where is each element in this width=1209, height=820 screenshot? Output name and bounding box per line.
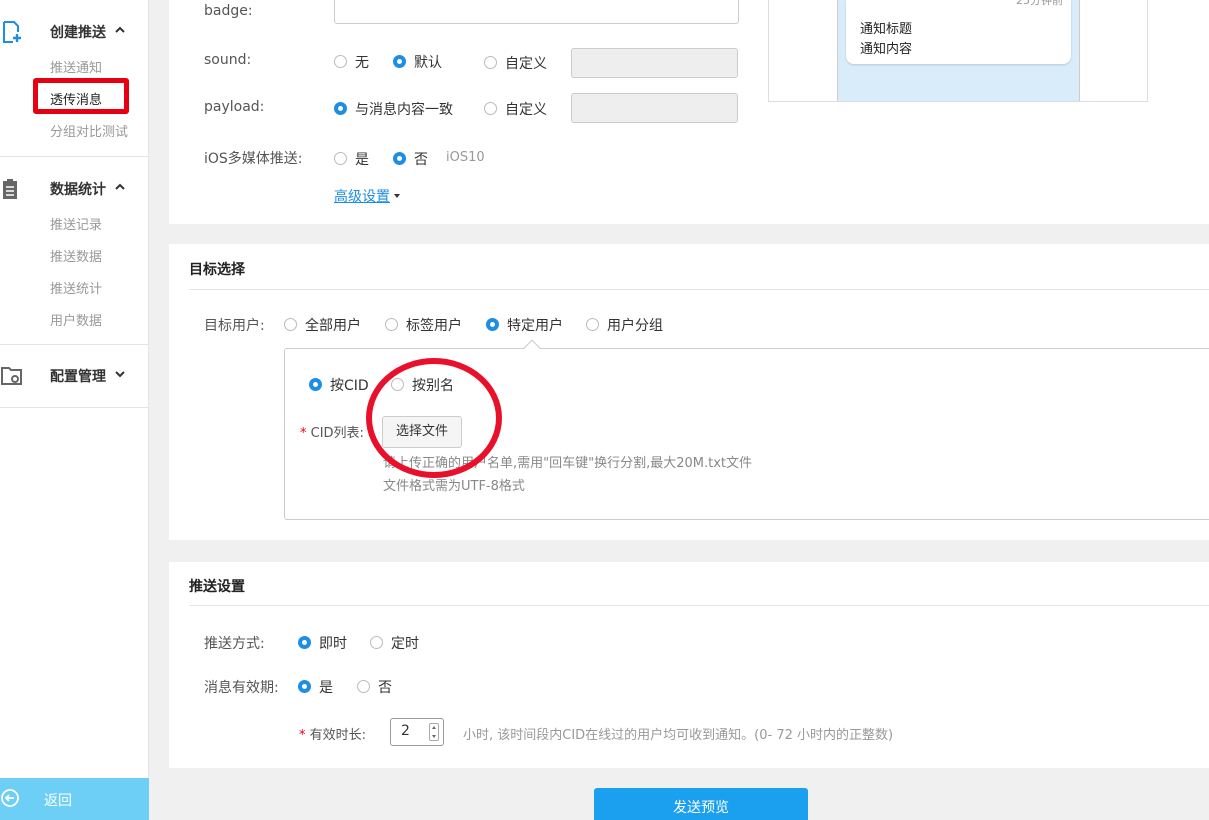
nav-divider xyxy=(0,407,149,408)
nav-group-create-push[interactable]: 创建推送 xyxy=(0,18,149,46)
folder-gear-icon xyxy=(1,367,22,385)
back-label: 返回 xyxy=(44,793,72,809)
sound-radio-default[interactable] xyxy=(393,55,406,68)
ios-media-radio-yes[interactable] xyxy=(334,152,347,165)
sidebar-item-push-data[interactable]: 推送数据 xyxy=(50,246,102,265)
add-file-icon xyxy=(3,21,21,43)
advanced-settings-link[interactable]: 高级设置 xyxy=(334,186,390,206)
ios-media-option-label: 是 xyxy=(355,152,369,168)
notification-title: 通知标题 xyxy=(860,22,913,37)
upload-hint: 请上传正确的用户名单,需用"回车键"换行分割,最大20M.txt文件 xyxy=(383,456,753,471)
section-title: 推送设置 xyxy=(189,579,245,595)
target-radio-specific[interactable] xyxy=(486,318,499,331)
validity-radio-yes[interactable] xyxy=(298,680,311,693)
sidebar-item-push-records[interactable]: 推送记录 xyxy=(50,214,102,233)
encoding-hint: 文件格式需为UTF-8格式 xyxy=(383,479,525,494)
validity-option-label: 是 xyxy=(319,680,333,696)
nav-group-label: 数据统计 xyxy=(50,182,106,198)
payload-radio-custom[interactable] xyxy=(484,102,497,115)
push-method-radio-scheduled[interactable] xyxy=(370,636,383,649)
nav-divider xyxy=(0,156,149,157)
validity-label: 消息有效期: xyxy=(204,680,279,696)
stepper-arrows-icon[interactable] xyxy=(429,723,439,741)
by-alias-radio[interactable] xyxy=(391,378,404,391)
notification-preview: 25分钟前 通知标题 通知内容 xyxy=(768,0,1148,102)
payload-label: payload: xyxy=(204,99,265,115)
sidebar-item-push-notification[interactable]: 推送通知 xyxy=(50,57,102,76)
clipboard-icon xyxy=(3,179,17,199)
sound-option-label: 默认 xyxy=(414,55,442,71)
back-arrow-icon xyxy=(1,789,19,807)
nav-group-label: 创建推送 xyxy=(50,25,106,41)
notification-card: 25分钟前 通知标题 通知内容 xyxy=(846,0,1071,64)
cid-list-label: * CID列表: xyxy=(300,426,364,441)
by-option-label: 按别名 xyxy=(412,378,454,394)
chevron-down-icon xyxy=(115,371,125,378)
sound-label: sound: xyxy=(204,52,252,68)
nav-divider xyxy=(0,344,149,345)
push-method-option-label: 定时 xyxy=(391,636,419,652)
target-radio-tag[interactable] xyxy=(385,318,398,331)
send-preview-button[interactable]: 发送预览 xyxy=(594,788,808,820)
ios-media-radio-no[interactable] xyxy=(393,152,406,165)
target-user-label: 目标用户: xyxy=(204,318,265,334)
push-method-option-label: 即时 xyxy=(319,636,347,652)
ios-version-hint: iOS10 xyxy=(446,150,485,165)
notification-content: 通知内容 xyxy=(860,42,913,57)
section-divider xyxy=(189,605,1209,606)
push-method-label: 推送方式: xyxy=(204,636,265,652)
target-radio-all[interactable] xyxy=(284,318,297,331)
payload-radio-same[interactable] xyxy=(334,102,347,115)
target-option-label: 标签用户 xyxy=(406,318,462,334)
payload-custom-input[interactable] xyxy=(571,93,738,123)
sound-custom-input[interactable] xyxy=(571,48,738,78)
validity-option-label: 否 xyxy=(378,680,392,696)
notification-time: 25分钟前 xyxy=(1016,0,1063,7)
nav-group-config[interactable]: 配置管理 xyxy=(0,362,149,390)
duration-hint: 小时, 该时间段内CID在线过的用户均可收到通知。(0- 72 小时内的正整数) xyxy=(463,728,894,743)
badge-input[interactable] xyxy=(334,0,739,24)
nav-group-statistics[interactable]: 数据统计 xyxy=(0,175,149,203)
caret-down-icon xyxy=(394,194,400,198)
sidebar: 创建推送 推送通知 透传消息 分组对比测试 数据统计 推送记录 推送数据 推送统… xyxy=(0,0,149,820)
ios-media-label: iOS多媒体推送: xyxy=(204,151,303,167)
push-method-radio-instant[interactable] xyxy=(298,636,311,649)
section-title: 目标选择 xyxy=(189,262,245,278)
by-cid-radio[interactable] xyxy=(309,378,322,391)
target-option-label: 特定用户 xyxy=(507,318,563,334)
sound-radio-custom[interactable] xyxy=(484,56,497,69)
sound-option-label: 无 xyxy=(355,55,369,71)
validity-radio-no[interactable] xyxy=(357,680,370,693)
duration-value: 2 xyxy=(401,723,410,739)
ios-media-option-label: 否 xyxy=(414,152,428,168)
badge-label: badge: xyxy=(204,3,253,19)
target-selection-panel: 目标选择 目标用户: 全部用户 标签用户 特定用户 用户分组 按CID 按别名 … xyxy=(169,244,1209,540)
duration-stepper[interactable]: 2 xyxy=(390,718,444,746)
section-divider xyxy=(189,289,1209,290)
nav-group-label: 配置管理 xyxy=(50,369,106,385)
sound-radio-none[interactable] xyxy=(334,55,347,68)
chevron-up-icon xyxy=(115,183,125,190)
payload-option-label: 与消息内容一致 xyxy=(355,102,453,118)
sound-option-label: 自定义 xyxy=(505,56,547,72)
sidebar-item-push-stats[interactable]: 推送统计 xyxy=(50,278,102,297)
target-radio-group[interactable] xyxy=(586,318,599,331)
phone-frame: 25分钟前 通知标题 通知内容 xyxy=(837,0,1080,101)
payload-option-label: 自定义 xyxy=(505,102,547,118)
sidebar-item-ab-test[interactable]: 分组对比测试 xyxy=(50,121,128,140)
highlight-box xyxy=(33,78,129,114)
chevron-up-icon xyxy=(115,26,125,33)
by-option-label: 按CID xyxy=(330,378,369,394)
choose-file-button[interactable]: 选择文件 xyxy=(382,416,462,448)
push-settings-panel: 推送设置 推送方式: 即时 定时 消息有效期: 是 否 * 有效时长: 2 小时… xyxy=(169,562,1209,768)
back-button[interactable]: 返回 xyxy=(0,778,149,820)
message-options-panel: badge: sound: 无 默认 自定义 payload: 与消息内容一致 … xyxy=(169,0,1209,224)
sidebar-item-user-data[interactable]: 用户数据 xyxy=(50,310,102,329)
target-option-label: 全部用户 xyxy=(305,318,361,334)
specific-user-box: 按CID 按别名 * CID列表: 选择文件 请上传正确的用户名单,需用"回车键… xyxy=(284,348,1209,520)
duration-label: * 有效时长: xyxy=(299,728,367,743)
target-option-label: 用户分组 xyxy=(607,318,663,334)
